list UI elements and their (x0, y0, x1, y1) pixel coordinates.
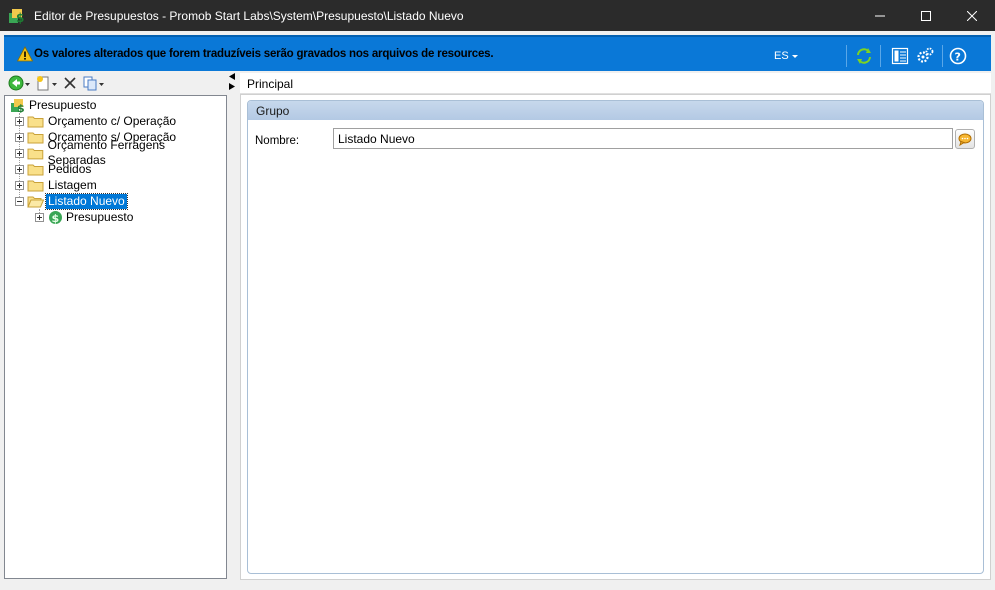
help-button[interactable]: ? (948, 46, 968, 66)
separator (942, 45, 943, 67)
group-title: Grupo (256, 104, 290, 118)
delete-button[interactable] (62, 74, 78, 92)
settings-icon (917, 47, 934, 63)
maximize-button[interactable] (903, 0, 949, 31)
budget-icon: $ (49, 210, 62, 225)
translation-banner: Os valores alterados que forem traduzíve… (4, 35, 991, 71)
chevron-down-icon[interactable] (792, 55, 798, 58)
expand-icon[interactable] (15, 148, 24, 158)
tree-item-label: Pedidos (48, 161, 92, 176)
help-icon: ? (949, 47, 967, 65)
folder-icon (27, 132, 44, 143)
folder-icon (27, 164, 44, 175)
warning-icon (17, 46, 33, 62)
speech-bubble-icon (958, 133, 972, 146)
minimize-icon (875, 15, 885, 16)
expand-icon[interactable] (15, 164, 24, 174)
svg-text:$: $ (52, 212, 60, 225)
new-item-icon (37, 76, 49, 91)
tree-child-item[interactable]: $ Presupuesto (35, 209, 135, 225)
copy-icon (83, 76, 97, 91)
name-field[interactable] (333, 128, 953, 149)
separator (880, 45, 881, 67)
folder-icon (27, 180, 44, 191)
maximize-icon (921, 10, 931, 21)
new-item-button[interactable] (35, 74, 58, 92)
name-label: Nombre: (255, 135, 300, 147)
expand-icon[interactable] (35, 212, 44, 222)
expand-icon[interactable] (15, 116, 24, 126)
open-folder-icon (27, 196, 44, 207)
collapse-icon[interactable] (15, 196, 24, 206)
window-title: Editor de Presupuestos - Promob Start La… (34, 8, 464, 23)
group-box: Grupo Nombre: (247, 100, 984, 574)
layout-icon (891, 47, 909, 65)
refresh-icon (857, 48, 871, 64)
refresh-button[interactable] (854, 46, 874, 66)
tree-root[interactable]: $ Presupuesto (10, 97, 98, 113)
settings-button[interactable] (915, 46, 935, 66)
tree-root-label: Presupuesto (29, 97, 97, 112)
svg-text:$: $ (16, 11, 24, 25)
chevron-down-icon[interactable] (51, 75, 58, 91)
app-icon: $ (9, 8, 24, 25)
tab-label: Principal (247, 77, 294, 91)
svg-text:?: ? (955, 51, 961, 64)
expand-icon[interactable] (15, 132, 24, 142)
properties-panel: Grupo Nombre: (240, 94, 991, 580)
minimize-button[interactable] (857, 0, 903, 31)
layout-button[interactable] (890, 46, 910, 66)
tree-item[interactable]: Orçamento Ferragens Separadas (15, 138, 226, 167)
separator (846, 45, 847, 67)
delete-icon (64, 77, 76, 89)
chevron-down-icon[interactable] (24, 75, 31, 91)
tree-item[interactable]: Orçamento c/ Operação (15, 113, 178, 129)
translate-button[interactable] (955, 129, 975, 149)
tree-item-selected[interactable]: Listado Nuevo (15, 192, 128, 210)
close-button[interactable] (949, 0, 995, 31)
tree-view[interactable]: $ Presupuesto Orçamento c/ Operação Orça… (4, 95, 227, 579)
svg-text:$: $ (17, 102, 25, 113)
banner-message: Os valores alterados que forem traduzíve… (34, 48, 494, 60)
folder-icon (27, 116, 44, 127)
title-bar: $ Editor de Presupuestos - Promob Start … (0, 0, 995, 31)
group-header: Grupo (248, 101, 983, 120)
tab-principal[interactable]: Principal (240, 73, 991, 94)
expand-icon[interactable] (15, 180, 24, 190)
tree-item-label: Presupuesto (66, 209, 134, 224)
tree-toolbar (4, 72, 226, 94)
tree-item-label: Listado Nuevo (45, 192, 128, 210)
splitter-arrows[interactable] (228, 72, 236, 92)
copy-button[interactable] (82, 74, 105, 92)
budget-icon: $ (11, 98, 25, 113)
folder-icon (27, 148, 44, 159)
tree-item-label: Orçamento c/ Operação (48, 113, 177, 128)
tree-item-label: Listagem (48, 177, 97, 192)
tree-item[interactable]: Pedidos (15, 161, 93, 177)
close-icon (967, 10, 977, 21)
tree-item[interactable]: Listagem (15, 177, 99, 193)
back-icon (8, 75, 24, 91)
language-select[interactable]: ES (774, 50, 789, 62)
chevron-down-icon[interactable] (98, 75, 105, 91)
back-button[interactable] (8, 74, 31, 92)
